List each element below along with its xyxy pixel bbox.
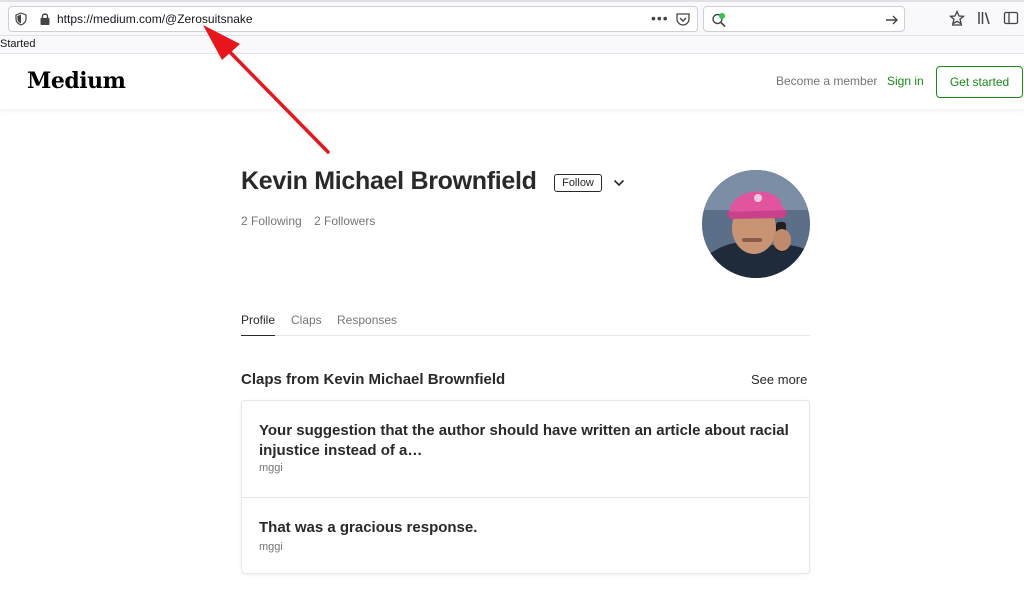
url-text[interactable]: https://medium.com/@Zerosuitsnake — [57, 11, 253, 27]
active-tab-indicator — [241, 335, 275, 336]
avatar[interactable] — [702, 170, 810, 278]
avatar-photo — [702, 170, 810, 278]
clap-item-author[interactable]: mggi — [259, 462, 283, 474]
clap-item-title[interactable]: Your suggestion that the author should h… — [259, 421, 799, 461]
followers-count-link[interactable]: 2 Followers — [314, 214, 375, 228]
tab-responses[interactable]: Responses — [337, 313, 397, 327]
claps-section-title: Claps from Kevin Michael Brownfield — [241, 371, 506, 388]
clap-item-author[interactable]: mggi — [259, 541, 283, 553]
sidebar-icon[interactable] — [1003, 10, 1019, 26]
sign-in-link[interactable]: Sign in — [887, 74, 924, 88]
pocket-icon[interactable] — [675, 11, 691, 27]
shield-icon[interactable] — [14, 12, 28, 26]
bookmark-item[interactable]: Started — [0, 38, 35, 50]
tab-profile[interactable]: Profile — [241, 313, 275, 327]
page-actions-menu-button[interactable]: ••• — [651, 10, 669, 26]
search-bar[interactable] — [703, 6, 905, 32]
see-more-link[interactable]: See more — [751, 372, 807, 387]
card-divider — [242, 497, 809, 498]
browser-toolbar: https://medium.com/@Zerosuitsnake ••• — [0, 0, 1024, 36]
tab-claps[interactable]: Claps — [291, 313, 322, 327]
library-icon[interactable] — [976, 10, 992, 26]
claps-card: Your suggestion that the author should h… — [241, 400, 810, 574]
search-icon — [712, 13, 726, 28]
medium-logo[interactable]: Medium — [27, 68, 126, 94]
site-header: Medium Become a member Sign in Get start… — [0, 54, 1024, 109]
bookmarks-star-icon[interactable] — [949, 10, 965, 26]
bookmarks-toolbar: Started — [0, 36, 1024, 54]
following-count-link[interactable]: 2 Following — [241, 214, 302, 228]
url-bar[interactable]: https://medium.com/@Zerosuitsnake ••• — [8, 6, 698, 32]
get-started-button[interactable]: Get started — [936, 66, 1023, 98]
tab-strip-edge — [0, 0, 1024, 2]
profile-name: Kevin Michael Brownfield — [241, 167, 537, 195]
profile-tabs: Profile Claps Responses — [241, 304, 810, 336]
arrow-right-icon[interactable] — [884, 12, 900, 28]
become-member-link[interactable]: Become a member — [776, 74, 877, 88]
chevron-down-icon[interactable] — [613, 178, 625, 188]
clap-item-title[interactable]: That was a gracious response. — [259, 518, 799, 538]
follow-button[interactable]: Follow — [554, 174, 602, 192]
lock-icon[interactable] — [39, 12, 51, 26]
